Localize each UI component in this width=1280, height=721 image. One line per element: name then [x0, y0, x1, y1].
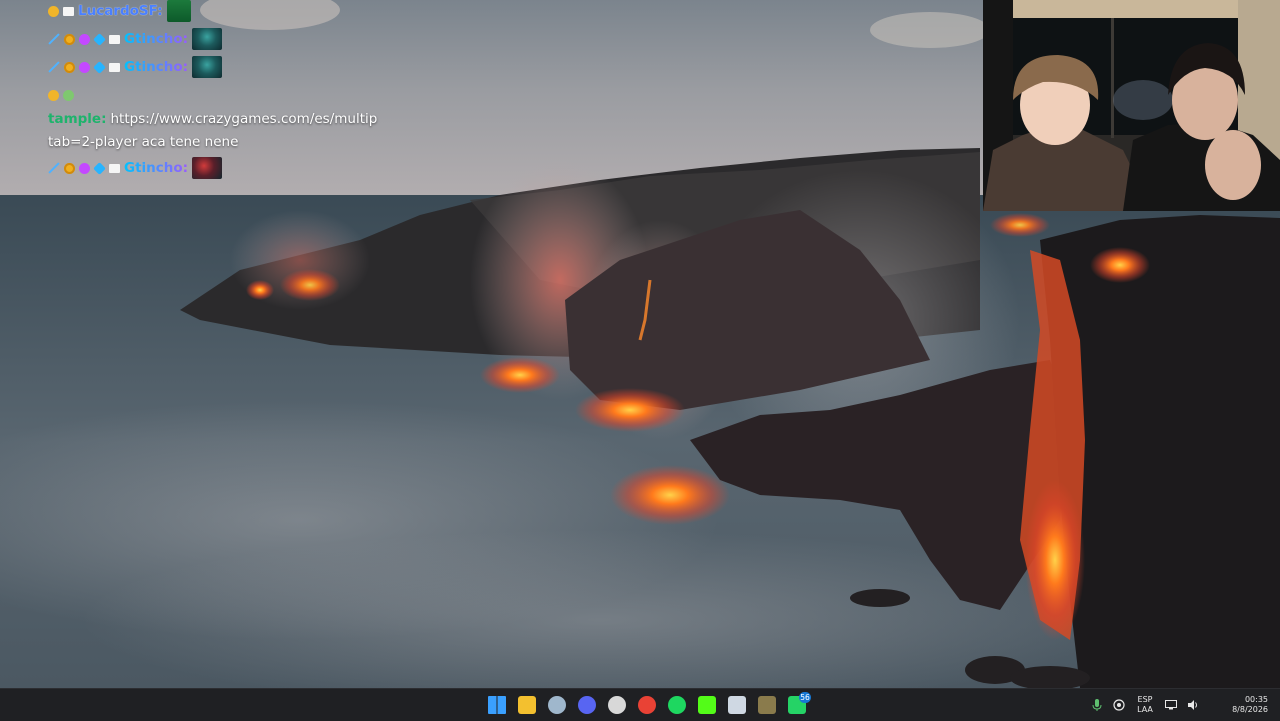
card-icon: [63, 6, 74, 16]
language-indicator[interactable]: ESP LAA: [1130, 695, 1160, 715]
kick-icon-glyph: [698, 696, 716, 714]
taskbar-clock[interactable]: 00:35 8/8/2026: [1204, 695, 1280, 715]
chat-message: tample: https://www.crazygames.com/es/mu…: [48, 108, 377, 130]
chat-username: Gtincho:: [124, 31, 189, 47]
obs-icon-glyph: [608, 696, 626, 714]
steam-icon[interactable]: [542, 689, 572, 721]
card-icon: [109, 34, 120, 44]
minecraft-icon-glyph: [758, 696, 776, 714]
smile-icon: [48, 89, 59, 101]
obs-icon[interactable]: [602, 689, 632, 721]
sword-icon: [48, 162, 60, 174]
kick-icon[interactable]: [692, 689, 722, 721]
windows-start-icon[interactable]: [482, 689, 512, 721]
gem-icon: [79, 162, 90, 174]
discord-icon[interactable]: [572, 689, 602, 721]
taskbar-app-list: 56: [482, 689, 812, 721]
teal-emote: [192, 56, 223, 78]
chat-message: LucardoSF:: [48, 0, 191, 22]
clock-time: 00:35: [1244, 695, 1268, 704]
coin-icon: [64, 162, 75, 174]
coin-icon: [64, 33, 75, 45]
chat-username: Gtincho:: [124, 160, 189, 176]
volume-icon[interactable]: [1182, 689, 1204, 721]
chat-text: tab=2-player aca tene nene: [48, 134, 239, 150]
gem-icon: [79, 33, 90, 45]
windows-start-icon-glyph: [488, 696, 506, 714]
clock-date: 8/8/2026: [1232, 705, 1268, 714]
teal-emote: [192, 28, 223, 50]
notification-count-badge: 56: [799, 692, 811, 703]
chat-username: LucardoSF:: [78, 3, 163, 19]
green-emote: [166, 0, 191, 22]
gem-icon: [79, 61, 90, 73]
chat-message-continuation: tab=2-player aca tene nene: [48, 131, 238, 153]
network-icon[interactable]: [1160, 689, 1182, 721]
chat-message: Gtincho:: [48, 157, 223, 179]
sword-icon: [48, 33, 60, 45]
system-tray: ESP LAA 00:35 8/8/2026: [1086, 689, 1280, 721]
chat-username: tample:: [48, 111, 107, 127]
chat-message: Gtincho:: [48, 28, 223, 50]
frog-icon: [63, 89, 74, 101]
minecraft-icon[interactable]: [752, 689, 782, 721]
diamond-icon: [93, 161, 106, 175]
chat-message: Gtincho:: [48, 56, 223, 78]
diamond-icon: [93, 32, 106, 46]
chrome-icon[interactable]: [632, 689, 662, 721]
cursor-app-icon-glyph: [728, 696, 746, 714]
coin-icon: [64, 61, 75, 73]
chat-username: Gtincho:: [124, 59, 189, 75]
webcam-overlay: [983, 0, 1280, 211]
language-code: ESP: [1137, 695, 1153, 704]
spotify-icon[interactable]: [662, 689, 692, 721]
cursor-app-icon[interactable]: [722, 689, 752, 721]
sword-icon: [48, 61, 60, 73]
red-emote: [192, 157, 223, 179]
whatsapp-icon[interactable]: 56: [782, 689, 812, 721]
chrome-icon-glyph: [638, 696, 656, 714]
steam-icon-glyph: [548, 696, 566, 714]
chat-message: [48, 84, 78, 106]
microphone-icon[interactable]: [1086, 689, 1108, 721]
spotify-icon-glyph: [668, 696, 686, 714]
discord-icon-glyph: [578, 696, 596, 714]
card-icon: [109, 62, 120, 72]
card-icon: [109, 163, 120, 173]
file-explorer-icon-glyph: [518, 696, 536, 714]
diamond-icon: [93, 60, 106, 74]
webcam-feed-image: [983, 0, 1280, 211]
security-icon[interactable]: [1108, 689, 1130, 721]
smile-icon: [48, 5, 59, 17]
chat-link-text[interactable]: https://www.crazygames.com/es/multip: [110, 111, 377, 127]
file-explorer-icon[interactable]: [512, 689, 542, 721]
keyboard-layout: LAA: [1137, 705, 1153, 714]
windows-taskbar: 56 ESP LAA 00:35 8/8/2026: [0, 688, 1280, 721]
